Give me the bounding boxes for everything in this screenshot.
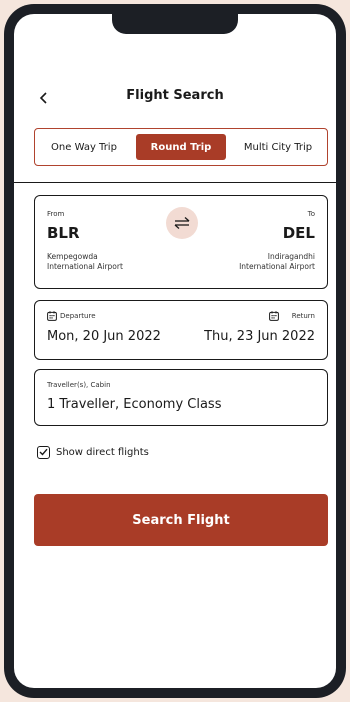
from-airport-line2: International Airport [47, 262, 123, 271]
tab-round-trip[interactable]: Round Trip [136, 134, 226, 160]
from-label: From [47, 210, 65, 218]
check-icon [39, 448, 48, 456]
header: Flight Search [14, 86, 336, 110]
direct-flights-checkbox[interactable] [37, 445, 50, 459]
calendar-icon [47, 311, 57, 321]
tab-multi-city-trip[interactable]: Multi City Trip [233, 134, 323, 160]
from-airport: Kempegowda International Airport [47, 252, 123, 272]
direct-flights-label: Show direct flights [56, 446, 149, 458]
route-card: From BLR Kempegowda International Airpor… [34, 195, 328, 289]
departure-date: Mon, 20 Jun 2022 [47, 329, 161, 344]
to-field[interactable]: To DEL Indiragandhi International Airpor… [207, 196, 327, 288]
from-code: BLR [47, 224, 80, 242]
return-field[interactable]: Return Thu, 23 Jun 2022 [181, 301, 327, 359]
return-label: Return [291, 312, 315, 320]
section-divider [14, 182, 336, 183]
direct-flights-toggle[interactable]: Show direct flights [37, 444, 149, 460]
to-airport-line2: International Airport [239, 262, 315, 271]
traveller-value: 1 Traveller, Economy Class [47, 397, 222, 412]
departure-field[interactable]: Departure Mon, 20 Jun 2022 [35, 301, 181, 359]
swap-arrows-icon [174, 217, 190, 229]
return-date: Thu, 23 Jun 2022 [204, 329, 315, 344]
departure-label: Departure [60, 312, 96, 320]
traveller-cabin-field[interactable]: Traveller(s), Cabin 1 Traveller, Economy… [34, 369, 328, 426]
page-title: Flight Search [126, 88, 224, 103]
phone-notch [112, 14, 238, 34]
from-airport-line1: Kempegowda [47, 252, 98, 261]
phone-frame: Flight Search One Way Trip Round Trip Mu… [4, 4, 346, 698]
to-airport: Indiragandhi International Airport [239, 252, 315, 272]
to-label: To [307, 210, 315, 218]
traveller-label: Traveller(s), Cabin [47, 381, 111, 389]
trip-type-selector: One Way Trip Round Trip Multi City Trip [34, 128, 328, 166]
to-code: DEL [282, 224, 315, 242]
to-airport-line1: Indiragandhi [267, 252, 315, 261]
tab-one-way-trip[interactable]: One Way Trip [39, 134, 129, 160]
from-field[interactable]: From BLR Kempegowda International Airpor… [35, 196, 155, 288]
swap-button[interactable] [166, 207, 198, 239]
calendar-icon [269, 311, 279, 321]
app-screen: Flight Search One Way Trip Round Trip Mu… [14, 14, 336, 688]
search-flight-button[interactable]: Search Flight [34, 494, 328, 546]
dates-card: Departure Mon, 20 Jun 2022 Return Thu, 2… [34, 300, 328, 360]
